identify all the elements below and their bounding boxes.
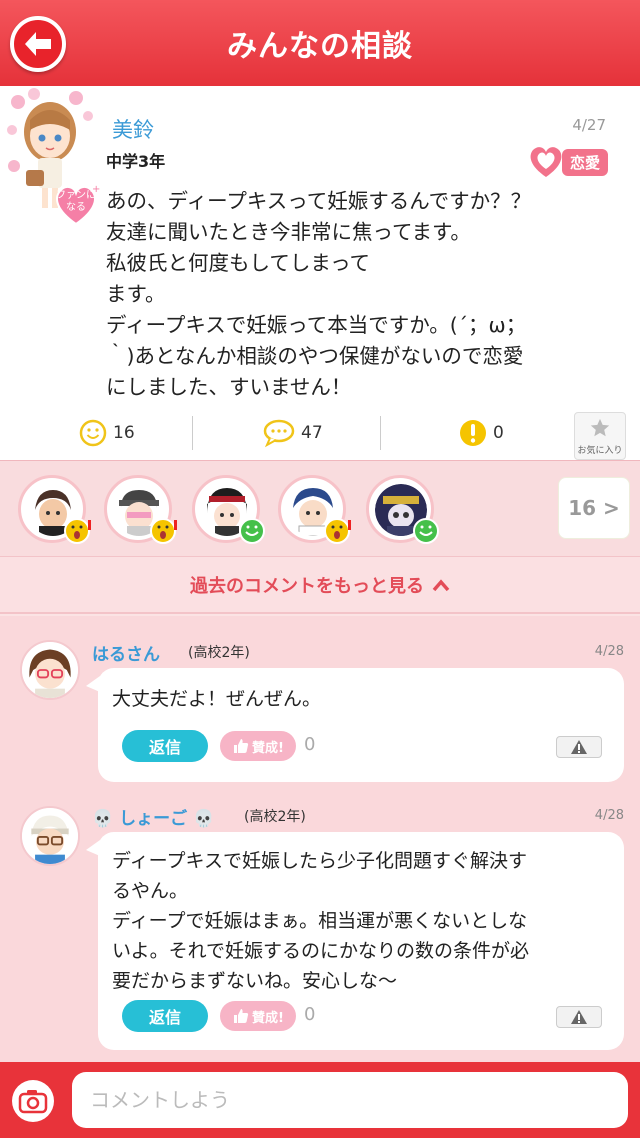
skull-icon: 💀 (193, 809, 215, 829)
report-button[interactable] (556, 736, 602, 758)
surprised-emoji-icon (150, 518, 177, 544)
commenter-avatar[interactable] (20, 806, 80, 866)
camera-button[interactable] (12, 1080, 54, 1122)
thumbs-up-icon (234, 1009, 249, 1023)
chevron-up-icon (432, 578, 450, 591)
post-date: 4/27 (572, 116, 606, 134)
commenter-avatar[interactable] (20, 640, 80, 700)
poster-grade: 中学3年 (106, 152, 166, 171)
smile-emoji-icon (413, 518, 439, 544)
post-card: + ファンに なる 美鈴 4/27 中学3年 恋愛 あの、ディープキスって妊娠す… (0, 86, 640, 460)
stats-divider (380, 416, 381, 450)
star-icon (590, 418, 610, 437)
surprised-emoji-icon (324, 518, 351, 544)
stats-divider (192, 416, 193, 450)
comment-composer (0, 1062, 640, 1138)
comment-count: 47 (301, 423, 323, 443)
bubble-tail (86, 840, 100, 856)
alert-count: 0 (493, 423, 504, 443)
page-title: みんなの相談 (227, 29, 413, 64)
comment-bubble: ディープキスで妊娠したら少子化問題すぐ解決す るやん。 ディープで妊娠はまぁ。相… (86, 832, 624, 1050)
commenter-name[interactable]: はるさん (92, 640, 160, 665)
comment-stat[interactable]: 47 (262, 418, 323, 448)
comment-item: はるさん (高校2年) 4/28 大丈夫だよ！ぜんぜん。 返信 賛成! 0 (0, 616, 640, 786)
favorite-label: お気に入り (577, 446, 623, 456)
post-stats: 16 47 0 お気に入り (0, 404, 640, 460)
category-label: 恋愛 (561, 148, 608, 176)
agree-button[interactable]: 賛成! (220, 1001, 296, 1031)
skull-icon: 💀 (92, 809, 114, 829)
reply-button[interactable]: 返信 (122, 1000, 208, 1032)
comment-bubble: 大丈夫だよ！ぜんぜん。 返信 賛成! 0 (86, 668, 624, 782)
reactor-avatar[interactable] (366, 475, 439, 544)
commenter-name: しょーご (119, 809, 188, 829)
category-badge: 恋愛 (526, 144, 608, 180)
load-more-label: 過去のコメントをもっと見る (190, 575, 424, 597)
comment-input[interactable] (72, 1072, 628, 1128)
post-body: あの、ディープキスって妊娠するんですか？？ 友達に聞いたとき今非常に焦ってます。… (106, 189, 532, 399)
agree-button[interactable]: 賛成! (220, 731, 296, 761)
more-reactors-button[interactable]: 16 > (558, 477, 630, 539)
comment-date: 4/28 (594, 644, 624, 659)
load-more-comments-button[interactable]: 過去のコメントをもっと見る (0, 556, 640, 614)
header-bar: みんなの相談 (0, 0, 640, 86)
reactor-avatars-row: 16 > (0, 460, 640, 556)
comment-text: 大丈夫だよ！ぜんぜん。 (112, 688, 322, 710)
smile-emoji-icon (239, 518, 265, 544)
warning-icon (571, 1010, 587, 1024)
agree-label: 賛成! (252, 1010, 284, 1026)
reactor-avatar[interactable] (18, 475, 91, 544)
back-button[interactable] (10, 16, 66, 72)
agree-count: 0 (304, 734, 316, 755)
comment-text: ディープキスで妊娠したら少子化問題すぐ解決す るやん。 ディープで妊娠はまぁ。相… (112, 850, 530, 992)
reactor-avatar[interactable] (104, 475, 177, 544)
fan-badge-label: ファンに なる (56, 190, 96, 213)
reply-button[interactable]: 返信 (122, 730, 208, 762)
commenter-name-row[interactable]: 💀 しょーご 💀 (92, 804, 214, 829)
smile-count: 16 (113, 423, 135, 443)
back-arrow-icon (25, 32, 51, 56)
agree-count: 0 (304, 1004, 316, 1025)
comment-item: 💀 しょーご 💀 (高校2年) 4/28 ディープキスで妊娠したら少子化問題すぐ… (0, 792, 640, 1062)
smile-stat[interactable]: 16 (78, 418, 135, 448)
smile-icon (79, 419, 107, 447)
reactor-avatar[interactable] (278, 475, 351, 544)
alert-stat[interactable]: 0 (458, 418, 504, 448)
double-heart-icon (530, 147, 562, 177)
commenter-grade: (高校2年) (188, 645, 250, 661)
reactor-avatar[interactable] (192, 475, 265, 544)
bubble-tail (86, 676, 100, 692)
report-button[interactable] (556, 1006, 602, 1028)
warning-icon (571, 740, 587, 754)
surprised-emoji-icon (64, 518, 91, 544)
exclamation-icon (460, 420, 486, 446)
comment-date: 4/28 (594, 808, 624, 823)
comment-list: はるさん (高校2年) 4/28 大丈夫だよ！ぜんぜん。 返信 賛成! 0 💀 … (0, 616, 640, 1062)
poster-name[interactable]: 美鈴 (112, 114, 154, 144)
thumbs-up-icon (234, 739, 249, 753)
camera-icon (18, 1090, 48, 1114)
speech-bubble-icon (263, 419, 295, 448)
favorite-button[interactable]: お気に入り (574, 412, 626, 460)
agree-label: 賛成! (252, 740, 284, 756)
commenter-grade: (高校2年) (244, 809, 306, 825)
